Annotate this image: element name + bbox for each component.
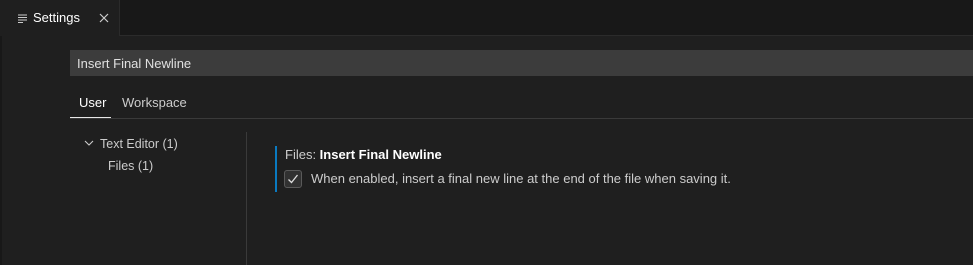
settings-search-input[interactable]: [70, 50, 973, 76]
tab-user[interactable]: User: [79, 95, 106, 110]
settings-scope-tabs: User Workspace: [70, 88, 973, 118]
toc-divider: [246, 132, 247, 265]
tab-label: Settings: [33, 10, 80, 25]
setting-title: Files: Insert Final Newline: [285, 147, 442, 162]
toc-item-text-editor[interactable]: Text Editor (1): [100, 137, 178, 151]
tab-settings[interactable]: Settings: [0, 0, 120, 36]
setting-name: Insert Final Newline: [319, 147, 442, 162]
scope-divider: [70, 118, 973, 119]
setting-focus-indicator: [275, 146, 277, 192]
setting-insert-final-newline: Files: Insert Final Newline When enabled…: [275, 146, 965, 192]
chevron-down-icon[interactable]: [84, 140, 94, 147]
toc-item-files[interactable]: Files (1): [108, 159, 153, 173]
settings-file-icon: [18, 14, 27, 23]
close-icon[interactable]: [98, 12, 110, 24]
insert-final-newline-checkbox[interactable]: [284, 170, 302, 188]
setting-category: Files:: [285, 147, 320, 162]
checkmark-icon: [288, 174, 299, 184]
setting-description: When enabled, insert a final new line at…: [311, 171, 731, 186]
settings-table-of-contents: Text Editor (1) Files (1): [80, 132, 245, 265]
editor-tab-bar: Settings: [0, 0, 973, 36]
tab-workspace[interactable]: Workspace: [122, 95, 187, 110]
activity-edge: [0, 36, 2, 265]
